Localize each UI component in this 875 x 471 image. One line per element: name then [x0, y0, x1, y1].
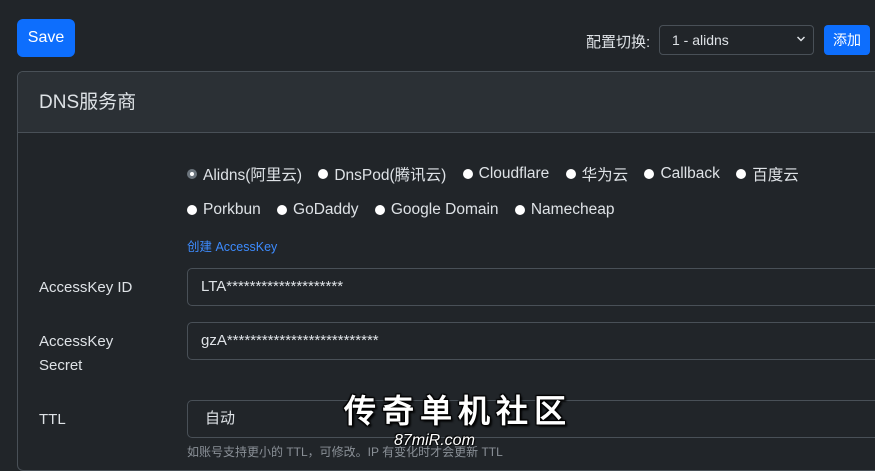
radio-unchecked-icon [644, 169, 655, 179]
card-title: DNS服务商 [18, 72, 875, 133]
radio-namecheap[interactable]: Namecheap [514, 201, 614, 219]
radio-baiducloud[interactable]: 百度云 [736, 163, 799, 185]
radio-google-domain[interactable]: Google Domain [374, 201, 499, 219]
radio-godaddy[interactable]: GoDaddy [277, 201, 359, 219]
access-key-id-input[interactable]: LTA******************** [187, 268, 875, 306]
config-select[interactable]: 1 - alidns [659, 25, 814, 55]
radio-callback[interactable]: Callback [644, 165, 720, 183]
access-key-id-value: LTA******************** [201, 278, 344, 295]
radio-huaweicloud[interactable]: 华为云 [565, 163, 628, 185]
ttl-value: 自动 [205, 410, 236, 427]
config-switch-label: 配置切换: [586, 34, 651, 51]
access-key-secret-input[interactable]: gzA************************** [187, 322, 875, 360]
chevron-down-icon [797, 36, 805, 42]
radio-unchecked-icon [462, 169, 473, 179]
radio-unchecked-icon [514, 205, 525, 215]
radio-unchecked-icon [565, 169, 576, 179]
access-key-id-label: AccessKey ID [39, 279, 133, 296]
access-key-secret-value: gzA************************** [201, 332, 379, 349]
save-button[interactable]: Save [17, 19, 75, 57]
radio-porkbun[interactable]: Porkbun [187, 201, 261, 219]
watermark-title: 传奇单机社区 [344, 392, 573, 430]
top-toolbar: Save 配置切换: 1 - alidns 添加 [0, 0, 875, 70]
access-key-secret-label-line1: AccessKey [39, 333, 114, 350]
radio-unchecked-icon [187, 205, 197, 215]
ttl-label: TTL [39, 411, 66, 428]
config-select-value: 1 - alidns [672, 32, 729, 48]
radio-dnspod[interactable]: DnsPod(腾讯云) [318, 163, 446, 185]
provider-radio-row-1: Alidns(阿里云) DnsPod(腾讯云) Cloudflare 华为云 C… [187, 163, 811, 185]
radio-unchecked-icon [318, 169, 329, 179]
radio-alidns[interactable]: Alidns(阿里云) [187, 163, 302, 185]
radio-unchecked-icon [374, 205, 385, 215]
radio-unchecked-icon [736, 169, 747, 179]
create-accesskey-link[interactable]: 创建 AccessKey [187, 236, 277, 255]
radio-unchecked-icon [277, 205, 288, 215]
provider-radio-row-2: Porkbun GoDaddy Google Domain Namecheap [187, 201, 626, 220]
watermark-url: 87miR.com [394, 432, 475, 449]
radio-checked-icon [187, 169, 197, 179]
add-config-button[interactable]: 添加 [824, 25, 870, 55]
access-key-secret-label-line2: Secret [39, 357, 83, 374]
radio-cloudflare[interactable]: Cloudflare [462, 165, 549, 183]
